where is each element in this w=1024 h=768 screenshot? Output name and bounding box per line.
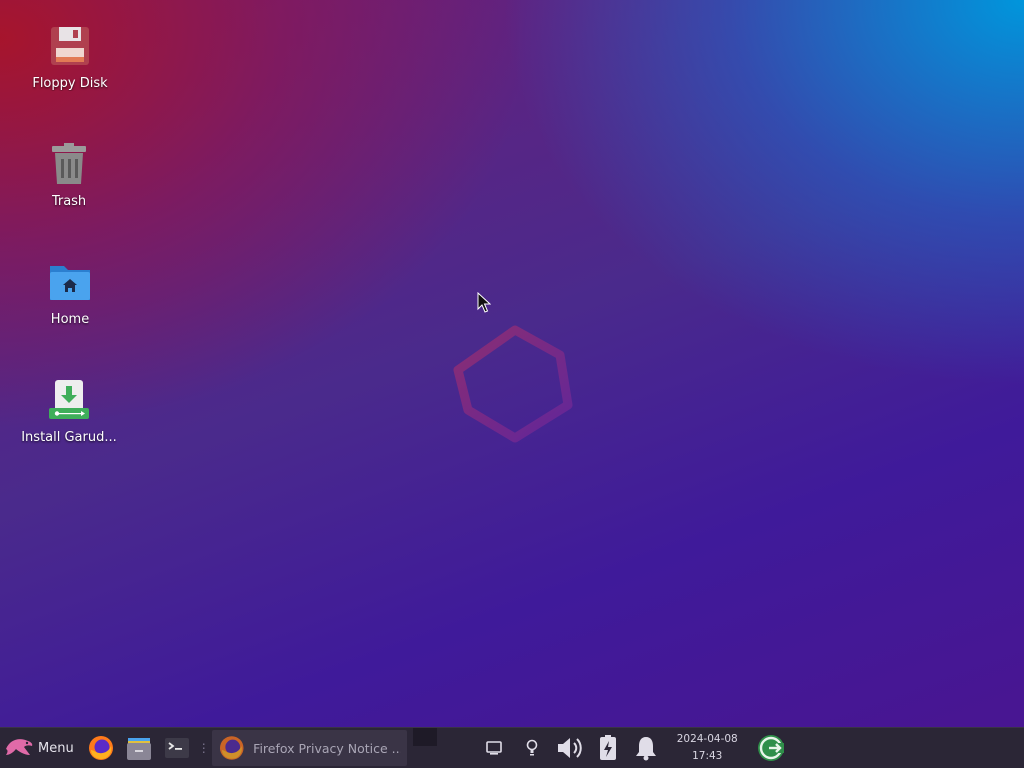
garuda-logo-watermark [453, 325, 573, 443]
tray-volume[interactable] [555, 733, 585, 763]
logout-icon [757, 735, 784, 761]
launcher-file-manager[interactable] [123, 732, 155, 764]
clock[interactable]: 2024-04-08 17:43 [677, 731, 738, 765]
logout-button[interactable] [756, 733, 786, 763]
desktop: Floppy Disk Trash Home Install Garud... … [0, 0, 1024, 768]
desktop-icon-trash[interactable]: Trash [14, 142, 124, 209]
desktop-icon-label: Home [50, 312, 90, 327]
workspace-1[interactable] [412, 728, 437, 746]
volume-icon [557, 738, 582, 758]
desktop-icon-home[interactable]: Home [15, 260, 125, 327]
notification-bell-icon [635, 737, 656, 761]
installer-icon [49, 380, 89, 419]
task-button-firefox[interactable]: Firefox Privacy Notice ... [211, 730, 407, 766]
system-tray [475, 728, 665, 768]
desktop-icon-install-garuda[interactable]: Install Garud... [14, 378, 124, 445]
desktop-icon-label: Install Garud... [21, 430, 117, 445]
launcher-terminal[interactable] [161, 732, 193, 764]
firefox-icon [219, 736, 244, 760]
screen-icon [485, 741, 502, 755]
lightbulb-icon [526, 739, 538, 756]
menu-button[interactable]: Menu [0, 728, 82, 768]
battery-charging-icon [599, 735, 616, 760]
mouse-cursor-icon [477, 292, 491, 313]
task-button-label: Firefox Privacy Notice ... [253, 740, 401, 756]
firefox-icon [88, 736, 113, 760]
desktop-icon-label: Trash [51, 194, 87, 209]
desktop-icon-floppy-disk[interactable]: Floppy Disk [15, 24, 125, 91]
tray-notifications[interactable] [631, 733, 661, 763]
terminal-icon [164, 738, 189, 758]
workspace-pager[interactable] [411, 728, 461, 768]
clock-date: 2024-04-08 [676, 733, 738, 745]
floppy-disk-icon [51, 27, 89, 65]
desktop-icon-label: Floppy Disk [32, 76, 108, 91]
home-folder-icon [50, 266, 90, 300]
garuda-eagle-icon [6, 739, 33, 755]
file-manager-icon [126, 738, 151, 760]
tray-lightbulb[interactable] [517, 733, 547, 763]
taskbar: Menu ⋮ Firefox Privacy Notice ... 2024-0… [0, 727, 1024, 768]
menu-label: Menu [38, 740, 74, 756]
clock-time: 17:43 [692, 750, 723, 762]
tray-battery[interactable] [593, 733, 623, 763]
tray-screen[interactable] [479, 733, 509, 763]
launcher-firefox[interactable] [85, 732, 117, 764]
panel-separator-handle[interactable]: ⋮ [198, 741, 210, 755]
trash-icon [52, 143, 86, 184]
